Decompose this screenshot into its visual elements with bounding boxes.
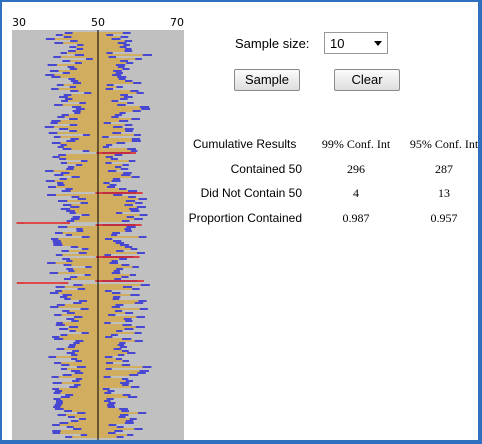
row-proportion-99: 0.987 <box>342 211 370 225</box>
row-not-contained-99: 4 <box>353 186 359 200</box>
row-contained-99: 296 <box>347 162 365 176</box>
row-label-contained: Contained 50 <box>230 162 302 176</box>
col-95-header: 95% Conf. Int <box>409 137 479 151</box>
sample-size-value: 10 <box>330 36 345 51</box>
row-label-proportion: Proportion Contained <box>188 211 302 225</box>
app-frame: 30 50 70 Sample size: 10 Sample Clear Cu… <box>0 0 482 444</box>
results-title: Cumulative Results <box>193 137 297 151</box>
sample-button[interactable]: Sample <box>234 69 300 91</box>
row-proportion-95: 0.957 <box>430 211 458 225</box>
sample-size-label: Sample size: <box>235 36 310 51</box>
chevron-down-icon <box>374 41 382 46</box>
col-99-header: 99% Conf. Int <box>321 137 391 151</box>
sample-size-select[interactable]: 10 <box>324 32 388 54</box>
controls-panel: Sample size: 10 Sample Clear Cumulative … <box>2 2 478 440</box>
row-label-not-contained: Did Not Contain 50 <box>200 186 302 200</box>
row-not-contained-95: 13 <box>438 186 450 200</box>
row-contained-95: 287 <box>435 162 453 176</box>
clear-button[interactable]: Clear <box>334 69 400 91</box>
